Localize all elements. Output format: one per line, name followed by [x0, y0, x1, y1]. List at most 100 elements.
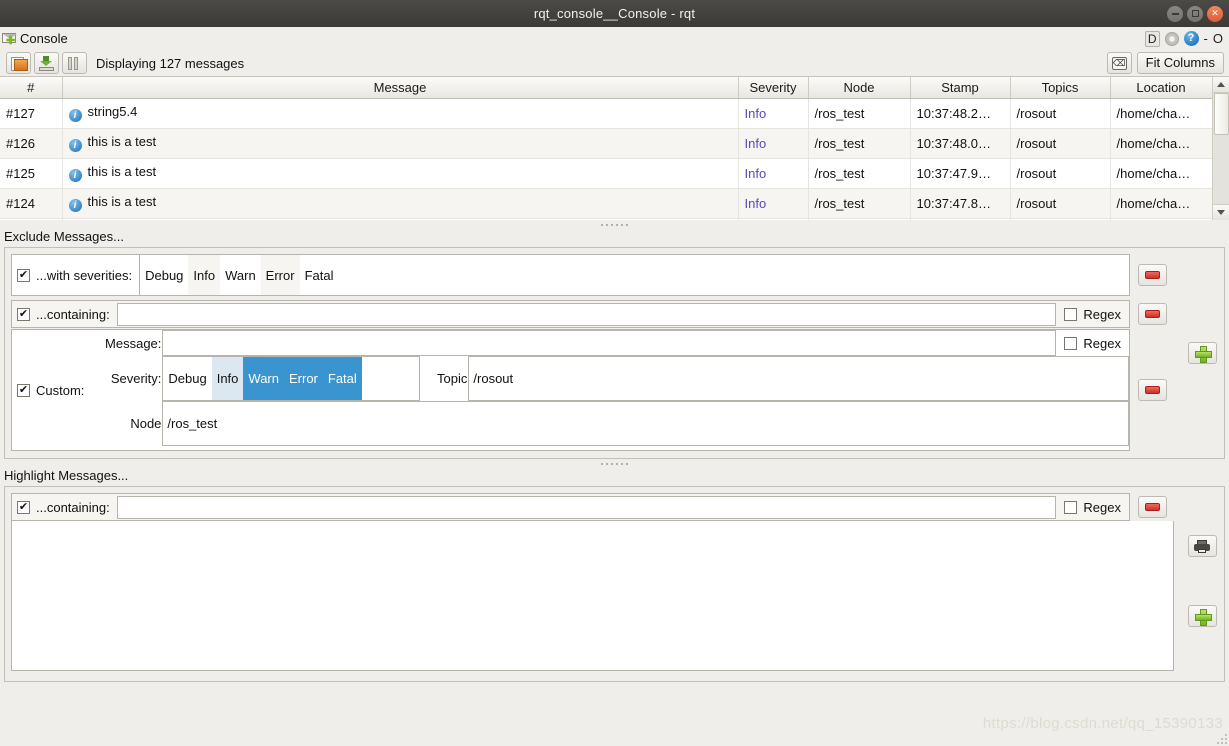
column-header-severity[interactable]: Severity [738, 77, 809, 99]
remove-highlight-containing-button[interactable] [1137, 496, 1167, 518]
highlight-print-button[interactable] [1187, 535, 1217, 557]
custom-node-input[interactable]: /ros_test [162, 401, 1129, 446]
table-splitter-handle[interactable] [0, 220, 1229, 229]
exclude-custom-label: Custom: [36, 382, 85, 398]
cell-node: /ros_test [808, 188, 911, 219]
help-icon[interactable]: ? [1183, 31, 1199, 46]
custom-message-regex-label: Regex [1083, 335, 1121, 351]
info-icon: i [68, 109, 82, 122]
gear-icon[interactable] [1164, 31, 1179, 46]
highlight-containing-checkbox[interactable]: ✔ [17, 500, 30, 514]
save-file-button[interactable] [34, 52, 59, 74]
clear-messages-button[interactable]: ⌫ [1106, 52, 1132, 74]
custom-severity-option-fatal[interactable]: Fatal [322, 357, 362, 400]
severity-option-info[interactable]: Info [188, 255, 221, 295]
resize-grip[interactable] [1215, 732, 1227, 744]
exclude-severities-list[interactable]: Debug Info Warn Error Fatal [140, 255, 339, 295]
severity-option-fatal[interactable]: Fatal [299, 255, 339, 295]
severity-option-error[interactable]: Error [260, 255, 300, 295]
table-row[interactable]: #126 i this is a test Info /ros_test 10:3… [0, 128, 1212, 159]
column-header-node[interactable]: Node [808, 77, 911, 99]
minus-icon [1144, 271, 1160, 279]
scrollbar-track[interactable] [1212, 93, 1229, 204]
custom-severity-option-info[interactable]: Info [211, 357, 244, 400]
highlight-containing-row: ✔ ...containing: Regex [11, 493, 1174, 521]
custom-message-label: Message: [105, 335, 162, 351]
open-file-button[interactable] [6, 52, 31, 74]
table-header-row: # Message Severity Node Stamp Topics Loc… [0, 77, 1212, 99]
add-exclude-filter-button[interactable] [1187, 342, 1217, 364]
custom-severity-list[interactable]: Debug Info Warn Error Fatal [162, 356, 421, 401]
add-highlight-filter-button[interactable] [1187, 605, 1217, 627]
minus-icon [1144, 386, 1160, 394]
dock-button[interactable]: D [1144, 30, 1160, 47]
exclude-containing-input[interactable] [116, 302, 1057, 326]
cell-num [0, 218, 63, 220]
cell-node: /ros_test [808, 158, 911, 189]
custom-severity-option-debug[interactable]: Debug [163, 357, 212, 400]
custom-severity-option-error[interactable]: Error [283, 357, 323, 400]
column-header-message[interactable]: Message [62, 77, 739, 99]
exclude-containing-checkbox[interactable]: ✔ [17, 307, 30, 321]
custom-message-input[interactable] [162, 330, 1057, 356]
custom-topic-input[interactable]: /rosout [468, 356, 1129, 401]
exclude-severities-label: ...with severities: [36, 267, 133, 283]
exclude-containing-regex-checkbox[interactable] [1064, 307, 1078, 321]
cell-num: #125 [0, 158, 63, 189]
cell-num: #124 [0, 188, 63, 219]
severity-option-warn[interactable]: Warn [220, 255, 261, 295]
table-vertical-scrollbar[interactable] [1212, 77, 1229, 220]
minimize-button[interactable] [1167, 5, 1183, 22]
pause-button[interactable] [62, 52, 87, 74]
envelope-add-icon: ✚ [2, 32, 18, 46]
table-row[interactable]: #124 i this is a test Info /ros_test 10:3… [0, 188, 1212, 219]
fit-columns-button[interactable]: Fit Columns [1136, 52, 1224, 74]
column-header-stamp[interactable]: Stamp [910, 77, 1011, 99]
minus-icon [1144, 503, 1160, 511]
table-row[interactable] [0, 218, 1212, 220]
plugin-close-button[interactable]: O [1213, 31, 1223, 46]
custom-severity-option-warn[interactable]: Warn [243, 357, 284, 400]
cell-stamp: 10:37:47.8… [910, 188, 1011, 219]
exclude-severities-checkbox[interactable]: ✔ [17, 268, 30, 282]
custom-message-regex-checkbox[interactable] [1064, 336, 1078, 350]
cell-location: /home/cha… [1110, 188, 1212, 219]
remove-exclude-custom-button[interactable] [1137, 379, 1167, 401]
message-table[interactable]: # Message Severity Node Stamp Topics Loc… [0, 76, 1229, 220]
cell-location: /home/cha… [1110, 158, 1212, 189]
cell-message: i string5.4 [62, 98, 739, 129]
cell-topics: /rosout [1010, 188, 1111, 219]
scrollbar-thumb[interactable] [1213, 93, 1229, 135]
remove-exclude-severities-button[interactable] [1137, 264, 1167, 286]
cell-severity: Info [738, 158, 809, 189]
plugin-minimize-button[interactable]: - [1204, 31, 1208, 46]
cell-node: /ros_test [808, 128, 911, 159]
column-header-num[interactable]: # [0, 77, 63, 99]
custom-node-label: Node [130, 416, 162, 431]
maximize-button[interactable] [1187, 5, 1203, 22]
cell-location: /home/cha… [1110, 128, 1212, 159]
scroll-up-arrow-icon[interactable] [1212, 77, 1229, 93]
highlight-messages-group: ✔ ...containing: Regex [4, 486, 1225, 682]
scroll-down-arrow-icon[interactable] [1212, 204, 1229, 220]
close-button[interactable]: ✕ [1207, 5, 1223, 22]
table-row[interactable]: #125 i this is a test Info /ros_test 10:3… [0, 158, 1212, 189]
severity-option-debug[interactable]: Debug [140, 255, 189, 295]
highlight-containing-regex-checkbox[interactable] [1064, 500, 1078, 514]
exclude-custom-checkbox[interactable]: ✔ [17, 383, 30, 397]
cell-num: #126 [0, 128, 63, 159]
column-header-topics[interactable]: Topics [1010, 77, 1111, 99]
exclude-messages-group: ✔ ...with severities: Debug Info Warn Er… [4, 247, 1225, 459]
filters-splitter-handle[interactable] [0, 459, 1229, 468]
cell-topics: /rosout [1010, 128, 1111, 159]
column-header-location[interactable]: Location [1110, 77, 1212, 99]
cell-node [808, 218, 911, 220]
cell-message [62, 218, 739, 220]
cell-topics: /rosout [1010, 158, 1111, 189]
cell-message: i this is a test [62, 158, 739, 189]
table-row[interactable]: #127 i string5.4 Info /ros_test 10:37:48.… [0, 98, 1212, 129]
cell-stamp: 10:37:48.2… [910, 98, 1011, 129]
highlight-containing-input[interactable] [116, 495, 1057, 519]
remove-exclude-containing-button[interactable] [1137, 303, 1167, 325]
cell-message: i this is a test [62, 128, 739, 159]
